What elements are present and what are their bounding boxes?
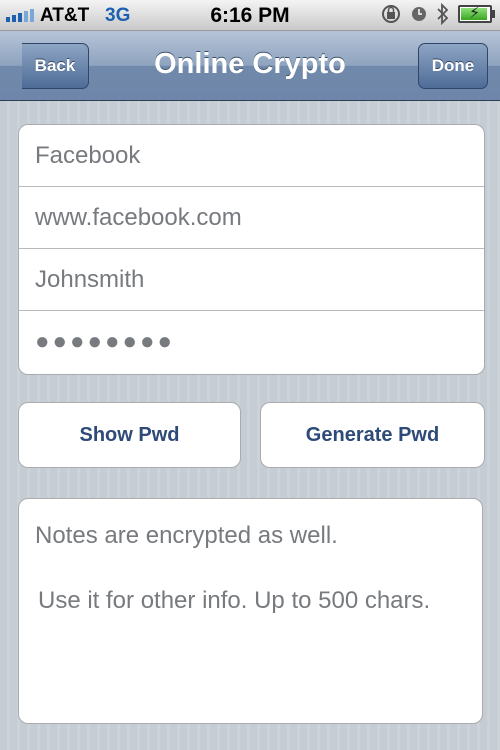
orientation-lock-icon bbox=[382, 5, 400, 23]
battery-charging-icon: ⚡ bbox=[458, 5, 495, 23]
bluetooth-icon bbox=[437, 3, 449, 25]
navigation-bar: Back Online Crypto Done bbox=[0, 31, 500, 101]
status-icons: ⚡ bbox=[380, 3, 495, 25]
show-password-button[interactable]: Show Pwd bbox=[18, 402, 241, 468]
password-field[interactable]: ●●●●●●●● bbox=[19, 311, 484, 373]
notes-line-2: Use it for other info. Up to 500 chars. bbox=[38, 587, 431, 614]
username-field[interactable]: Johnsmith bbox=[19, 249, 484, 311]
generate-password-button[interactable]: Generate Pwd bbox=[260, 402, 485, 468]
alarm-icon bbox=[412, 7, 426, 21]
status-bar: AT&T 3G 6:16 PM ⚡ bbox=[0, 0, 500, 31]
back-button-label: Back bbox=[34, 56, 76, 75]
notes-textarea[interactable]: Notes are encrypted as well. Use it for … bbox=[18, 498, 483, 724]
url-field[interactable]: www.facebook.com bbox=[19, 187, 484, 249]
entry-fields-group: Facebook www.facebook.com Johnsmith ●●●●… bbox=[18, 124, 485, 375]
notes-line-1: Notes are encrypted as well. bbox=[35, 522, 338, 549]
done-button[interactable]: Done bbox=[418, 43, 488, 89]
site-name-field[interactable]: Facebook bbox=[19, 125, 484, 187]
